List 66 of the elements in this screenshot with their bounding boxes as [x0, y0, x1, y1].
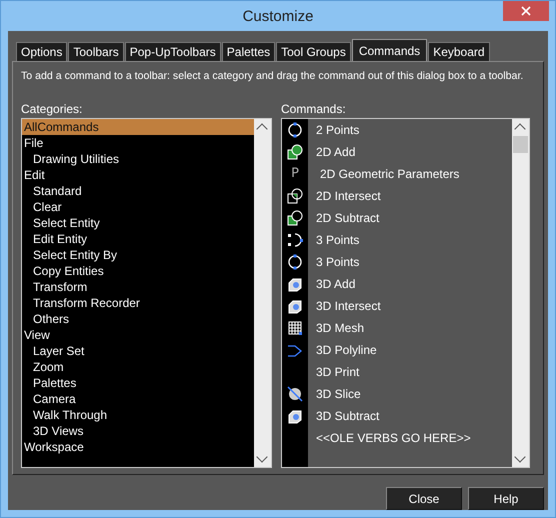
- category-item[interactable]: Workspace: [22, 439, 254, 455]
- instruction-text: To add a command to a toolbar: select a category and drag the command out of this dialog box to a toolbar.: [21, 70, 524, 82]
- command-item[interactable]: 2D Geometric Parameters: [320, 167, 460, 181]
- category-item[interactable]: Zoom: [22, 359, 254, 375]
- command-item[interactable]: 2D Intersect: [316, 189, 381, 203]
- command-item[interactable]: 3D Print: [316, 365, 360, 379]
- tab[interactable]: Pop-UpToolbars: [124, 42, 221, 61]
- command-item[interactable]: 2 Points: [316, 123, 360, 137]
- category-item[interactable]: Transform Recorder: [22, 295, 254, 311]
- category-item[interactable]: AllCommands: [22, 119, 254, 135]
- dialog-button[interactable]: Help: [468, 487, 544, 510]
- command-item[interactable]: 3D Slice: [316, 387, 361, 401]
- tab[interactable]: Toolbars: [68, 42, 124, 61]
- command-item[interactable]: 3 Points: [316, 233, 360, 247]
- category-item[interactable]: View: [22, 327, 254, 343]
- close-button[interactable]: [503, 1, 549, 21]
- window-title: Customize: [242, 8, 314, 24]
- category-item[interactable]: Layer Set: [22, 343, 254, 359]
- shapes-icon: [287, 144, 303, 160]
- shapes-icon: [287, 210, 303, 226]
- command-item[interactable]: 2D Subtract: [316, 211, 380, 225]
- category-item[interactable]: Select Entity By: [22, 247, 254, 263]
- category-item[interactable]: File: [22, 135, 254, 151]
- grid-icon: [287, 320, 303, 336]
- category-item[interactable]: Camera: [22, 391, 254, 407]
- shapes-icon: [287, 188, 303, 204]
- tab[interactable]: Tool Groups: [276, 42, 351, 61]
- sphere-icon: [287, 386, 303, 402]
- command-item[interactable]: 2D Add: [316, 145, 356, 159]
- commands-label: Commands:: [281, 102, 347, 116]
- category-item[interactable]: Drawing Utilities: [22, 151, 254, 167]
- category-item[interactable]: Edit Entity: [22, 231, 254, 247]
- tab[interactable]: Keyboard: [428, 42, 490, 61]
- tab[interactable]: Commands: [352, 39, 428, 61]
- points-icon: [287, 232, 303, 248]
- command-item[interactable]: 3D Add: [316, 277, 356, 291]
- category-item[interactable]: Clear: [22, 199, 254, 215]
- circle-icon: [287, 122, 303, 138]
- scroll-thumb[interactable]: [513, 136, 528, 153]
- circle-icon: [287, 254, 303, 270]
- category-item[interactable]: Edit: [22, 167, 254, 183]
- tab[interactable]: Options: [16, 42, 68, 61]
- category-item[interactable]: Walk Through: [22, 407, 254, 423]
- command-item[interactable]: 3D Intersect: [316, 299, 381, 313]
- command-item[interactable]: 3D Mesh: [316, 321, 364, 335]
- category-item[interactable]: Palettes: [22, 375, 254, 391]
- command-item[interactable]: <<OLE VERBS GO HERE>>: [316, 431, 471, 445]
- letter-icon: P: [291, 167, 299, 181]
- category-item[interactable]: Standard: [22, 183, 254, 199]
- scrollbar[interactable]: [512, 119, 529, 467]
- solid-icon: [287, 276, 303, 292]
- tab[interactable]: Palettes: [222, 42, 276, 61]
- close-icon: [521, 6, 531, 16]
- category-item[interactable]: Copy Entities: [22, 263, 254, 279]
- dialog-button[interactable]: Close: [386, 487, 462, 510]
- category-item[interactable]: Select Entity: [22, 215, 254, 231]
- command-item[interactable]: 3D Subtract: [316, 409, 380, 423]
- solid-icon: [287, 298, 303, 314]
- command-item[interactable]: 3 Points: [316, 255, 360, 269]
- scrollbar[interactable]: [254, 119, 271, 467]
- category-item[interactable]: Others: [22, 311, 254, 327]
- category-item[interactable]: Transform: [22, 279, 254, 295]
- solid-icon: [287, 408, 303, 424]
- command-item[interactable]: 3D Polyline: [316, 343, 377, 357]
- categories-label: Categories:: [21, 102, 84, 116]
- category-item[interactable]: 3D Views: [22, 423, 254, 439]
